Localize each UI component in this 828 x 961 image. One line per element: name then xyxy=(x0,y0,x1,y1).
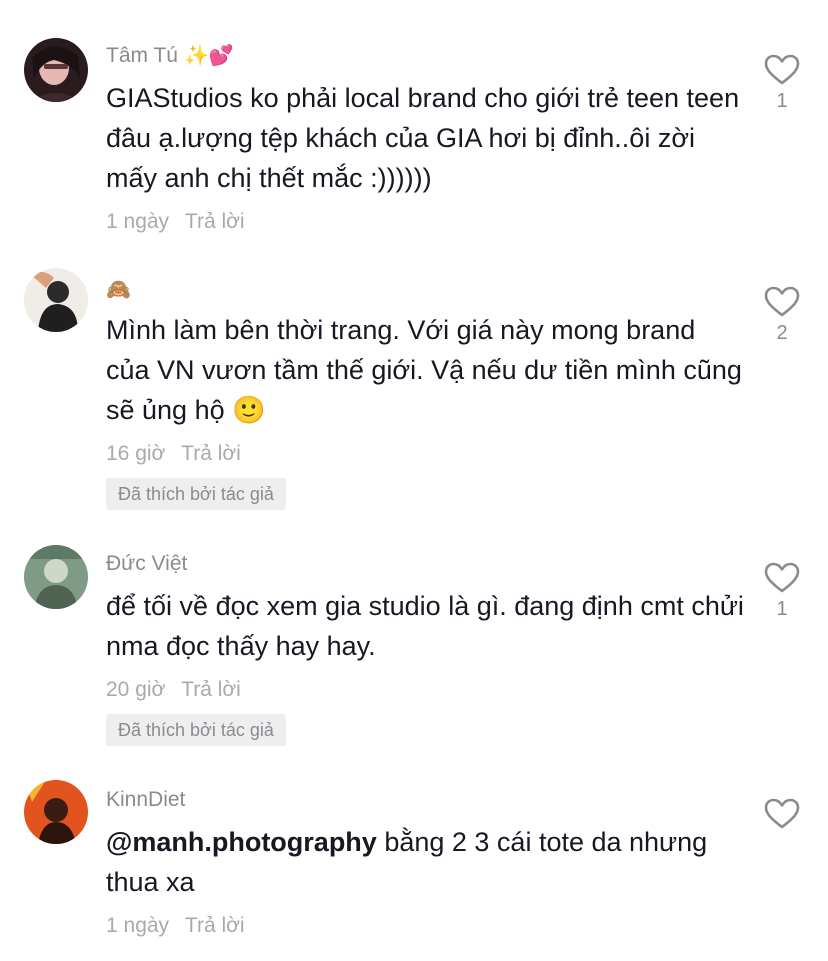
like-button[interactable]: 1 xyxy=(760,562,804,620)
comment-meta: 1 ngày Trả lời xyxy=(106,914,245,938)
like-button[interactable] xyxy=(760,798,804,834)
comment-username[interactable]: 🙈 xyxy=(106,278,131,302)
comment-username[interactable]: Tâm Tú ✨💕 xyxy=(106,44,234,68)
username-text: Đức Việt xyxy=(106,552,188,575)
comment-time: 1 ngày xyxy=(106,210,170,233)
reply-button[interactable]: Trả lời xyxy=(185,210,245,233)
reply-button[interactable]: Trả lời xyxy=(185,914,245,937)
author-liked-badge: Đã thích bởi tác giả xyxy=(106,478,286,510)
like-count: 2 xyxy=(776,322,788,344)
comment-meta: 20 giờ Trả lời xyxy=(106,678,241,702)
avatar[interactable] xyxy=(24,268,88,332)
author-liked-badge: Đã thích bởi tác giả xyxy=(106,714,286,746)
username-emoji: ✨💕 xyxy=(183,45,234,67)
comment-text: Mình làm bên thời trang. Với giá này mon… xyxy=(106,315,742,425)
reply-button[interactable]: Trả lời xyxy=(181,678,241,701)
comment-text: GIAStudios ko phải local brand cho giới … xyxy=(106,83,740,193)
avatar[interactable] xyxy=(24,38,88,102)
heart-outline-icon xyxy=(764,54,800,85)
comment-time: 20 giờ xyxy=(106,678,166,701)
comment-username[interactable]: KinnDiet xyxy=(106,788,191,812)
comment-meta: 16 giờ Trả lời xyxy=(106,442,241,466)
heart-outline-icon xyxy=(764,286,800,317)
username-emoji: 🙈 xyxy=(106,279,131,301)
reply-button[interactable]: Trả lời xyxy=(181,442,241,465)
comment-time: 16 giờ xyxy=(106,442,166,465)
comment-username[interactable]: Đức Việt xyxy=(106,552,193,576)
like-count: 1 xyxy=(776,598,788,620)
username-text: Tâm Tú xyxy=(106,44,178,67)
mention-link[interactable]: @manh.photography xyxy=(106,827,377,857)
like-button[interactable]: 2 xyxy=(760,286,804,344)
avatar[interactable] xyxy=(24,545,88,609)
username-text: KinnDiet xyxy=(106,788,186,811)
comment-time: 1 ngày xyxy=(106,914,170,937)
like-count: 1 xyxy=(776,90,788,112)
comment-text: để tối về đọc xem gia studio là gì. đang… xyxy=(106,591,744,661)
like-button[interactable]: 1 xyxy=(760,54,804,112)
avatar[interactable] xyxy=(24,780,88,844)
comment-meta: 1 ngày Trả lời xyxy=(106,210,245,234)
heart-outline-icon xyxy=(764,798,800,829)
comment-text: @manh.photography bằng 2 3 cái tote da n… xyxy=(106,822,746,902)
heart-outline-icon xyxy=(764,562,800,593)
